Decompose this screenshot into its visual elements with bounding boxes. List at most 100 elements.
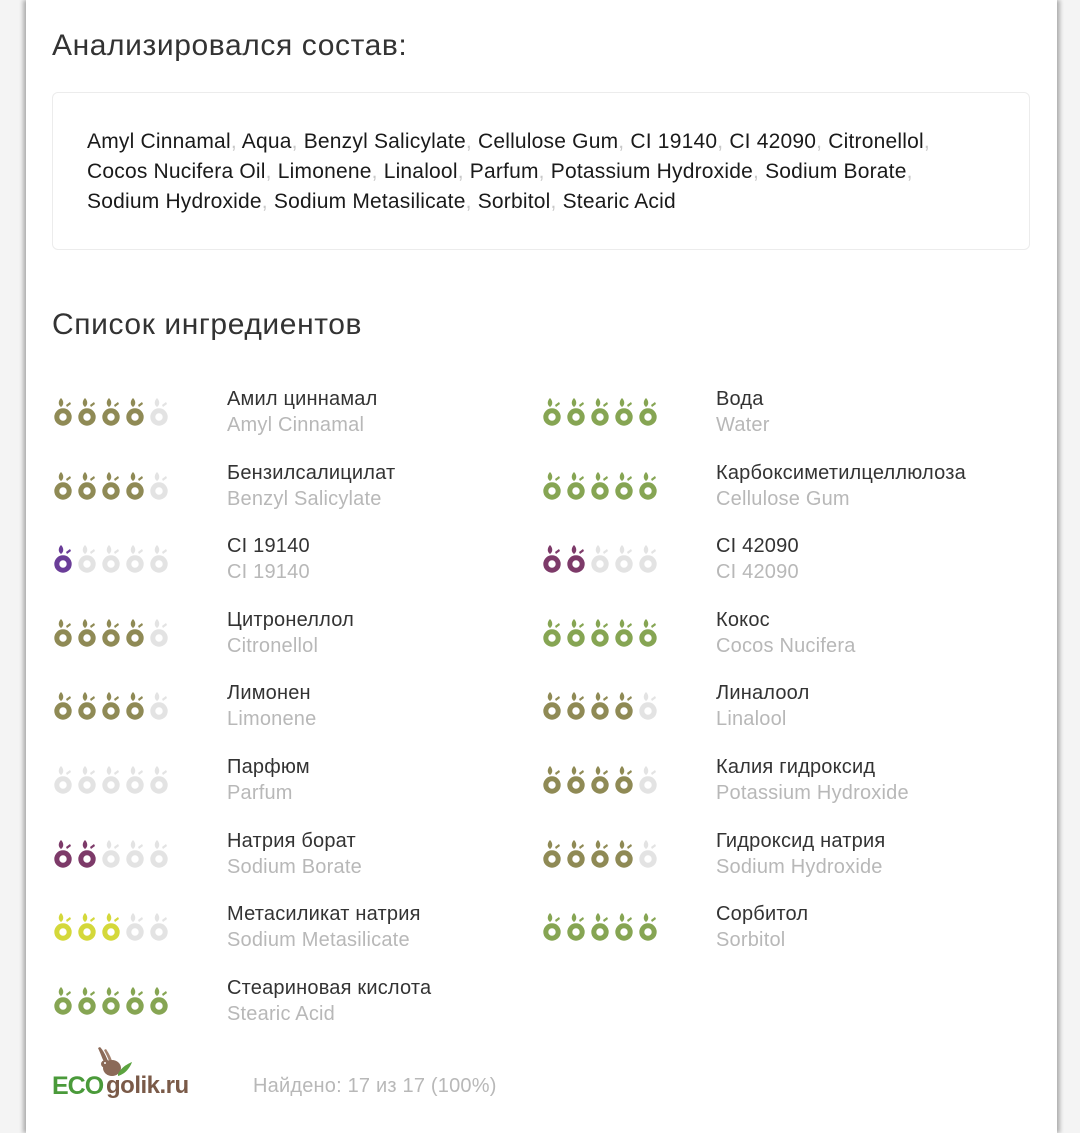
ingredient-row[interactable]: Лимонен Limonene: [52, 680, 532, 740]
ecogolik-logo[interactable]: ECO golik.ru: [52, 1046, 202, 1106]
rating-drop-empty-icon: [102, 545, 120, 573]
rating-drop-filled-icon: [543, 619, 561, 647]
rating-drop-filled-icon: [54, 840, 72, 868]
ingredient-name[interactable]: Бензилсалицилат: [227, 460, 395, 486]
rating-drop-filled-icon: [126, 987, 144, 1015]
ingredient-row[interactable]: Сорбитол Sorbitol: [541, 901, 1021, 961]
composition-ingredient[interactable]: Potassium Hydroxide: [551, 160, 753, 183]
composition-ingredient[interactable]: Linalool: [384, 160, 458, 183]
composition-ingredients-text: Amyl Cinnamal, Aqua, Benzyl Salicylate, …: [87, 127, 987, 217]
ingredient-text: Линалоол Linalool: [716, 680, 809, 732]
ingredient-row[interactable]: Калия гидроксид Potassium Hydroxide: [541, 754, 1021, 814]
separator: ,: [261, 190, 268, 213]
ingredient-latin-name: Amyl Cinnamal: [227, 414, 365, 436]
ingredient-name[interactable]: Метасиликат натрия: [227, 901, 421, 927]
composition-ingredient[interactable]: Aqua: [242, 130, 292, 153]
ingredient-name[interactable]: Гидроксид натрия: [716, 828, 885, 854]
rating-drop-filled-icon: [543, 840, 561, 868]
ingredient-name[interactable]: Парфюм: [227, 754, 310, 780]
ingredient-name[interactable]: Кокос: [716, 607, 856, 633]
separator: ,: [371, 160, 378, 183]
composition-ingredient[interactable]: CI 19140: [630, 130, 717, 153]
ingredient-latin-name: Cocos Nucifera: [716, 635, 856, 657]
separator: ,: [816, 130, 823, 153]
safety-rating: [52, 911, 177, 943]
composition-ingredient[interactable]: CI 42090: [729, 130, 816, 153]
rating-drop-filled-icon: [126, 692, 144, 720]
ingredient-name[interactable]: CI 42090: [716, 533, 799, 559]
ingredient-row[interactable]: Амил циннамал Amyl Cinnamal: [52, 386, 532, 446]
separator: ,: [618, 130, 625, 153]
rating-drop-filled-icon: [126, 619, 144, 647]
ingredient-row[interactable]: Парфюм Parfum: [52, 754, 532, 814]
ingredient-name[interactable]: Натрия борат: [227, 828, 362, 854]
safety-rating: [52, 838, 177, 870]
ingredient-row[interactable]: Карбоксиметилцеллюлоза Cellulose Gum: [541, 460, 1021, 520]
rating-drop-filled-icon: [615, 913, 633, 941]
composition-ingredient[interactable]: Benzyl Salicylate: [304, 130, 466, 153]
composition-ingredient[interactable]: Stearic Acid: [563, 190, 676, 213]
ingredient-latin-name: Linalool: [716, 708, 787, 730]
rating-drop-filled-icon: [615, 619, 633, 647]
ingredient-row[interactable]: CI 19140 CI 19140: [52, 533, 532, 593]
rating-drop-empty-icon: [639, 692, 657, 720]
ingredient-latin-name: Sodium Borate: [227, 856, 362, 878]
ingredient-name[interactable]: Линалоол: [716, 680, 809, 706]
rating-drop-filled-icon: [567, 619, 585, 647]
ingredient-text: Калия гидроксид Potassium Hydroxide: [716, 754, 909, 806]
rating-drop-filled-icon: [102, 692, 120, 720]
composition-ingredient[interactable]: Cocos Nucifera Oil: [87, 160, 266, 183]
ingredient-name[interactable]: CI 19140: [227, 533, 310, 559]
ingredient-row[interactable]: Натрия борат Sodium Borate: [52, 828, 532, 888]
ingredient-name[interactable]: Стеариновая кислота: [227, 975, 431, 1001]
ingredient-row[interactable]: Бензилсалицилат Benzyl Salicylate: [52, 460, 532, 520]
rating-drop-empty-icon: [126, 766, 144, 794]
ingredient-row[interactable]: Стеариновая кислота Stearic Acid: [52, 975, 532, 1035]
composition-ingredient[interactable]: Parfum: [470, 160, 539, 183]
composition-ingredient[interactable]: Limonene: [278, 160, 372, 183]
separator: ,: [230, 130, 237, 153]
safety-rating: [52, 690, 177, 722]
ingredient-row[interactable]: Линалоол Linalool: [541, 680, 1021, 740]
composition-ingredient[interactable]: Sodium Metasilicate: [274, 190, 466, 213]
separator: ,: [265, 160, 272, 183]
separator: ,: [906, 160, 913, 183]
composition-ingredient[interactable]: Sorbitol: [478, 190, 551, 213]
ingredient-latin-name: Cellulose Gum: [716, 488, 850, 510]
ingredient-text: Метасиликат натрия Sodium Metasilicate: [227, 901, 421, 953]
ingredient-row[interactable]: Вода Water: [541, 386, 1021, 446]
rating-drop-empty-icon: [150, 545, 168, 573]
composition-ingredient[interactable]: Amyl Cinnamal: [87, 130, 231, 153]
ingredient-name[interactable]: Амил циннамал: [227, 386, 377, 412]
ingredient-name[interactable]: Цитронеллол: [227, 607, 354, 633]
ingredient-name[interactable]: Вода: [716, 386, 770, 412]
rating-drop-filled-icon: [102, 619, 120, 647]
footer: ECO golik.ru Найдено: 17 из 17 (100%): [52, 1046, 1032, 1116]
ingredient-row[interactable]: CI 42090 CI 42090: [541, 533, 1021, 593]
rating-drop-filled-icon: [78, 987, 96, 1015]
ingredient-name[interactable]: Сорбитол: [716, 901, 808, 927]
ingredient-text: Бензилсалицилат Benzyl Salicylate: [227, 460, 395, 512]
ingredient-row[interactable]: Цитронеллол Citronellol: [52, 607, 532, 667]
ingredient-row[interactable]: Кокос Cocos Nucifera: [541, 607, 1021, 667]
ingredient-latin-name: Limonene: [227, 708, 317, 730]
composition-ingredient[interactable]: Cellulose Gum: [478, 130, 618, 153]
rating-drop-filled-icon: [543, 472, 561, 500]
composition-ingredient[interactable]: Citronellol: [828, 130, 924, 153]
composition-ingredient[interactable]: Sodium Hydroxide: [87, 190, 262, 213]
ingredient-row[interactable]: Гидроксид натрия Sodium Hydroxide: [541, 828, 1021, 888]
ingredient-row[interactable]: Метасиликат натрия Sodium Metasilicate: [52, 901, 532, 961]
rating-drop-filled-icon: [78, 692, 96, 720]
rating-drop-empty-icon: [126, 840, 144, 868]
ingredient-name[interactable]: Калия гидроксид: [716, 754, 909, 780]
ingredient-text: Цитронеллол Citronellol: [227, 607, 354, 659]
ingredient-name[interactable]: Лимонен: [227, 680, 316, 706]
rating-drop-filled-icon: [567, 472, 585, 500]
rating-drop-filled-icon: [615, 840, 633, 868]
safety-rating: [52, 985, 177, 1017]
rating-drop-filled-icon: [615, 398, 633, 426]
ingredient-name[interactable]: Карбоксиметилцеллюлоза: [716, 460, 966, 486]
composition-ingredient[interactable]: Sodium Borate: [765, 160, 907, 183]
safety-rating: [541, 470, 666, 502]
logo-eco-text: ECO: [52, 1072, 104, 1100]
